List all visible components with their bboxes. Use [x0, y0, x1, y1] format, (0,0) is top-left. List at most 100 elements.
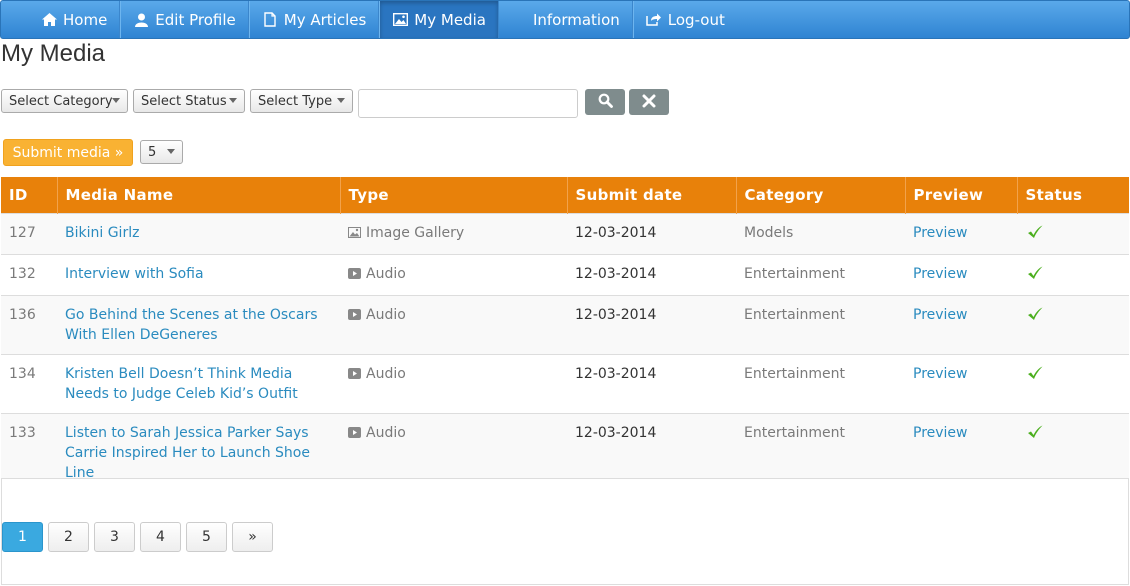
- nav-logout[interactable]: Log-out: [632, 1, 737, 38]
- type-label: Audio: [366, 425, 406, 441]
- document-icon: [262, 12, 278, 28]
- col-preview[interactable]: Preview: [905, 177, 1018, 214]
- page-title: My Media: [1, 40, 106, 67]
- cell-preview: Preview: [905, 354, 1017, 414]
- image-icon: [348, 224, 361, 238]
- page-button-2[interactable]: 2: [48, 522, 89, 552]
- col-type[interactable]: Type: [340, 177, 568, 214]
- preview-link[interactable]: Preview: [913, 425, 968, 441]
- cell-submit-date: 12-03-2014: [567, 354, 736, 414]
- logout-icon: [646, 12, 662, 28]
- type-label: Audio: [366, 266, 406, 282]
- table-row: 132 Interview with Sofia Audio 12-03-201…: [1, 254, 1129, 296]
- nav-my-media[interactable]: My Media: [379, 1, 499, 38]
- check-icon: [1027, 225, 1043, 245]
- nav-label: Information: [532, 10, 620, 29]
- table-row: 127 Bikini Girlz Image Gallery 12-03-201…: [1, 213, 1129, 255]
- media-name-link[interactable]: Kristen Bell Doesn’t Think Media Needs t…: [65, 366, 298, 402]
- search-button[interactable]: [585, 89, 625, 115]
- chevron-down-icon: [167, 149, 175, 154]
- cell-id: 136: [1, 295, 57, 355]
- type-select[interactable]: Select Type: [250, 89, 353, 113]
- cell-type: Audio: [340, 254, 567, 296]
- cell-category: Entertainment: [736, 254, 905, 296]
- chevron-down-icon: [229, 98, 237, 103]
- cell-type: Audio: [340, 354, 567, 414]
- col-media-name[interactable]: Media Name: [57, 177, 341, 214]
- category-select[interactable]: Select Category: [1, 89, 128, 113]
- nav-label: Edit Profile: [155, 10, 236, 29]
- close-icon: [642, 93, 656, 112]
- cell-submit-date: 12-03-2014: [567, 295, 736, 355]
- cell-type: Image Gallery: [340, 213, 567, 255]
- cell-media-name: Go Behind the Scenes at the Oscars With …: [57, 295, 340, 355]
- chevron-down-icon: [112, 98, 120, 103]
- type-label: Audio: [366, 366, 406, 382]
- cell-id: 134: [1, 354, 57, 414]
- nav-label: My Media: [414, 10, 486, 29]
- cell-status: [1017, 295, 1129, 355]
- col-id[interactable]: ID: [1, 177, 58, 214]
- cell-category: Models: [736, 213, 905, 255]
- page-next-button[interactable]: »: [232, 522, 273, 552]
- cell-submit-date: 12-03-2014: [567, 213, 736, 255]
- nav-home[interactable]: Home: [29, 1, 121, 38]
- page-button-5[interactable]: 5: [186, 522, 227, 552]
- page-button-1[interactable]: 1: [2, 522, 43, 552]
- cell-preview: Preview: [905, 254, 1017, 296]
- per-page-value: 5: [148, 144, 157, 160]
- cell-status: [1017, 213, 1129, 255]
- cell-preview: Preview: [905, 213, 1017, 255]
- status-select[interactable]: Select Status: [133, 89, 245, 113]
- category-select-value: Select Category: [9, 93, 113, 109]
- clear-button[interactable]: [629, 89, 669, 115]
- table-row: 136 Go Behind the Scenes at the Oscars W…: [1, 295, 1129, 355]
- cell-media-name: Kristen Bell Doesn’t Think Media Needs t…: [57, 354, 340, 414]
- chevron-down-icon: [337, 98, 345, 103]
- media-name-link[interactable]: Bikini Girlz: [65, 225, 139, 241]
- play-icon: [348, 265, 361, 279]
- cell-preview: Preview: [905, 295, 1017, 355]
- preview-link[interactable]: Preview: [913, 307, 968, 323]
- cell-status: [1017, 254, 1129, 296]
- nav-edit-profile[interactable]: Edit Profile: [120, 1, 249, 38]
- cell-media-name: Bikini Girlz: [57, 213, 340, 255]
- cell-type: Audio: [340, 295, 567, 355]
- cell-submit-date: 12-03-2014: [567, 254, 736, 296]
- col-submit-date[interactable]: Submit date: [567, 177, 737, 214]
- submit-media-button[interactable]: Submit media »: [3, 139, 133, 166]
- preview-link[interactable]: Preview: [913, 366, 968, 382]
- cell-id: 127: [1, 213, 57, 255]
- type-label: Audio: [366, 307, 406, 323]
- cell-media-name: Interview with Sofia: [57, 254, 340, 296]
- status-select-value: Select Status: [141, 93, 227, 109]
- media-name-link[interactable]: Listen to Sarah Jessica Parker Says Carr…: [65, 425, 310, 481]
- check-icon: [1027, 425, 1043, 445]
- play-icon: [348, 365, 361, 379]
- col-status[interactable]: Status: [1017, 177, 1129, 214]
- cell-status: [1017, 354, 1129, 414]
- table-header-row: ID Media Name Type Submit date Category …: [1, 177, 1129, 214]
- nav-label: Log-out: [667, 10, 725, 29]
- top-nav: Home Edit Profile My Articles My Media I…: [0, 0, 1130, 39]
- per-page-select[interactable]: 5: [140, 140, 183, 164]
- media-name-link[interactable]: Go Behind the Scenes at the Oscars With …: [65, 307, 318, 343]
- search-input[interactable]: [358, 89, 578, 118]
- nav-my-articles[interactable]: My Articles: [248, 1, 380, 38]
- media-table: ID Media Name Type Submit date Category …: [1, 177, 1129, 492]
- preview-link[interactable]: Preview: [913, 225, 968, 241]
- check-icon: [1027, 266, 1043, 286]
- page-button-4[interactable]: 4: [140, 522, 181, 552]
- page-button-3[interactable]: 3: [94, 522, 135, 552]
- image-icon: [392, 12, 408, 28]
- nav-information[interactable]: Information: [521, 1, 633, 38]
- preview-link[interactable]: Preview: [913, 266, 968, 282]
- check-icon: [1027, 366, 1043, 386]
- media-name-link[interactable]: Interview with Sofia: [65, 266, 204, 282]
- search-icon: [598, 93, 613, 112]
- check-icon: [1027, 307, 1043, 327]
- nav-label: My Articles: [283, 10, 367, 29]
- col-category[interactable]: Category: [736, 177, 906, 214]
- cell-id: 132: [1, 254, 57, 296]
- cell-category: Entertainment: [736, 295, 905, 355]
